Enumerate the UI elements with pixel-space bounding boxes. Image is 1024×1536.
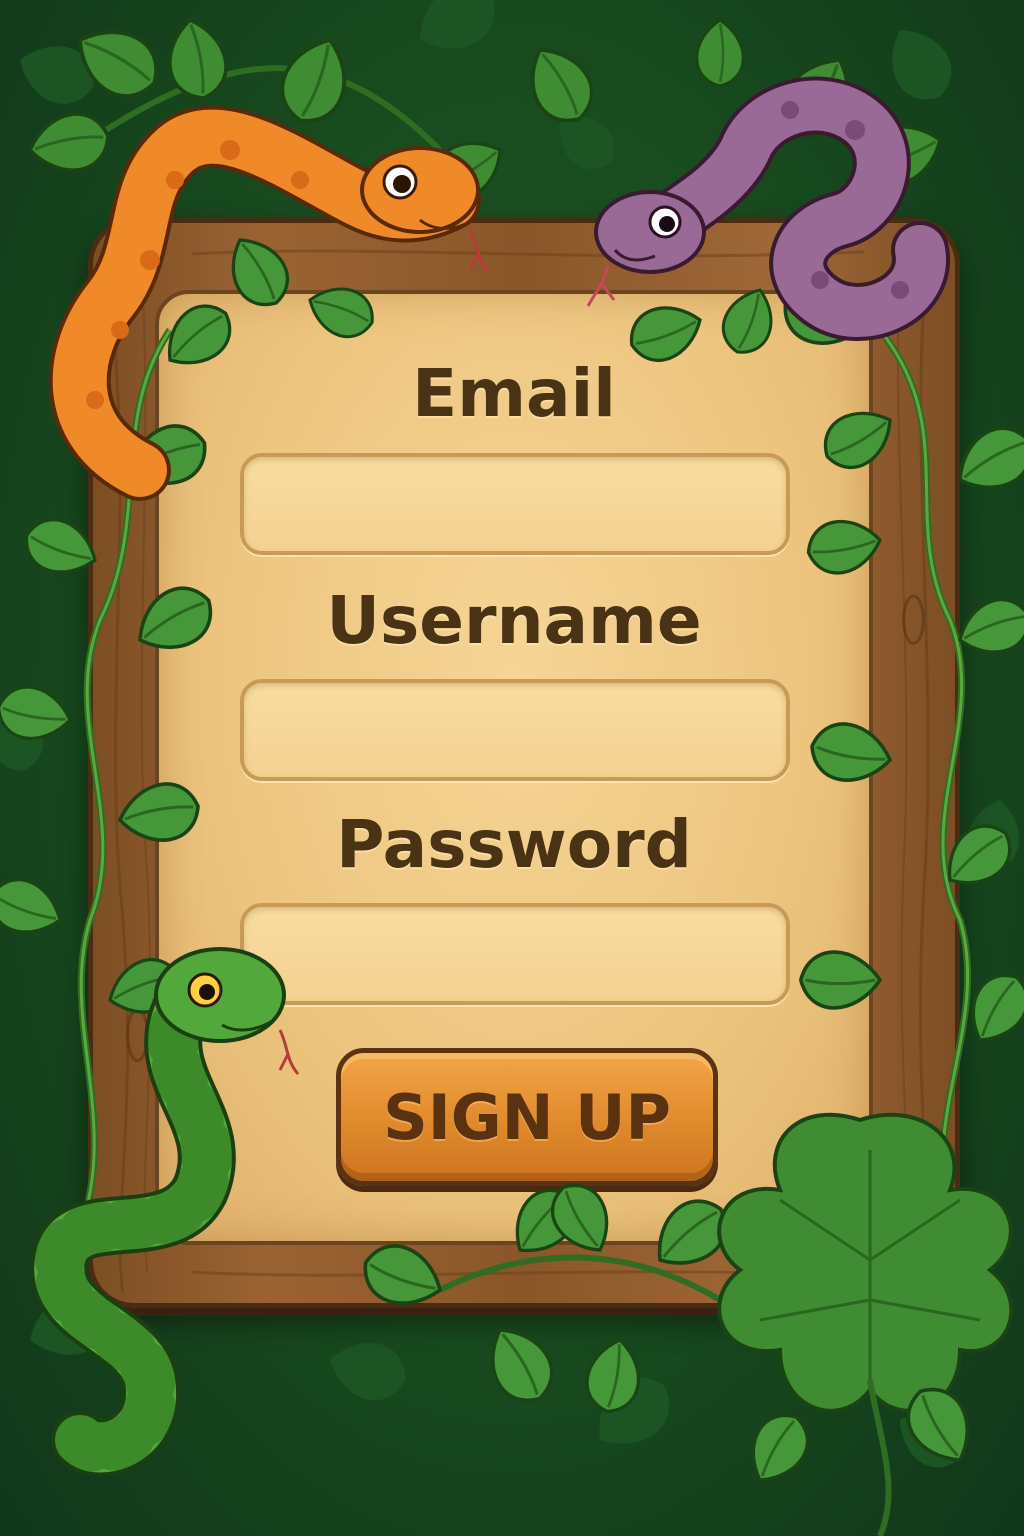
- signup-screen: Email Username Password SIGN UP: [0, 0, 1024, 1536]
- password-field[interactable]: [240, 903, 790, 1005]
- password-label: Password: [336, 806, 692, 883]
- email-label: Email: [412, 355, 616, 432]
- signup-button[interactable]: SIGN UP: [336, 1048, 718, 1186]
- email-field[interactable]: [240, 453, 790, 555]
- username-field[interactable]: [240, 679, 790, 781]
- username-label: Username: [326, 582, 702, 659]
